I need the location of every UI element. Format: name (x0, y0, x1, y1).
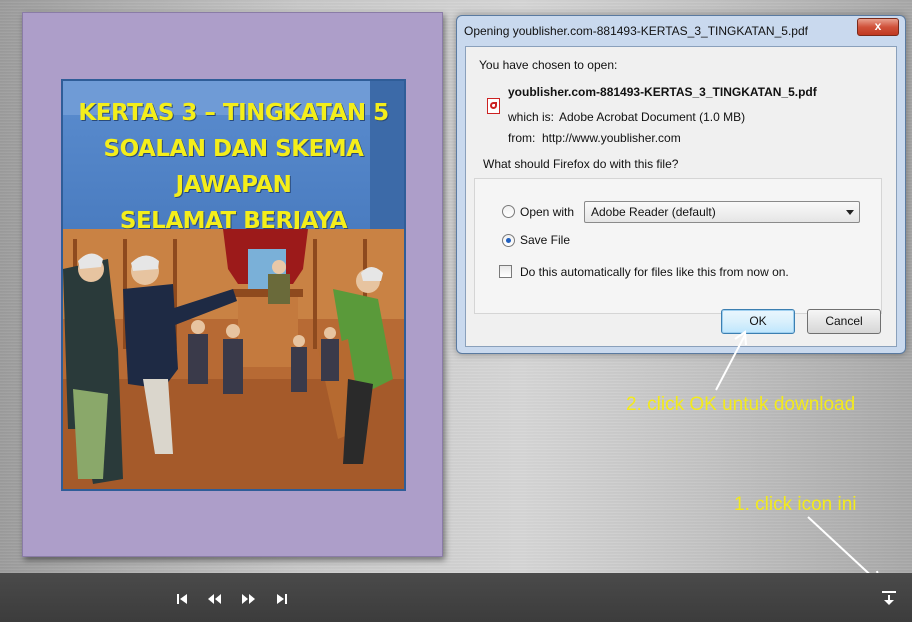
download-icon[interactable] (880, 589, 898, 607)
first-page-icon[interactable] (174, 592, 190, 606)
next-page-icon[interactable] (241, 592, 257, 606)
annotation-step-1: 1. click icon ini (734, 494, 857, 515)
viewer-toolbar (0, 573, 912, 622)
annotation-arrows (715, 330, 882, 587)
last-page-icon[interactable] (274, 592, 290, 606)
annotation-step-2: 2. click OK untuk download (626, 394, 856, 415)
previous-page-icon[interactable] (206, 592, 222, 606)
